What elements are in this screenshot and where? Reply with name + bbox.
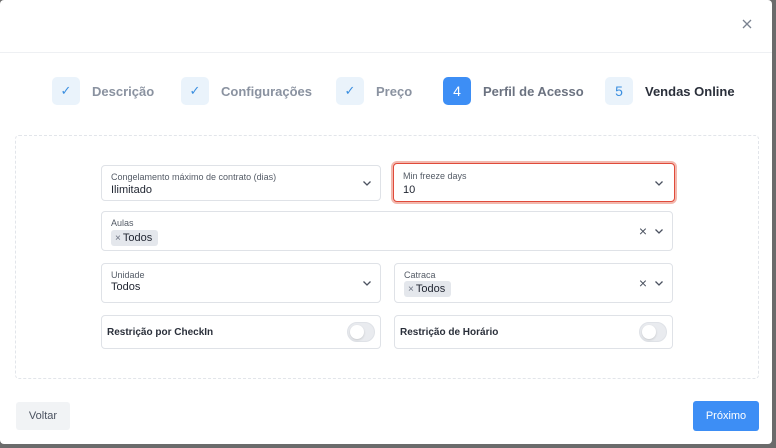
- chip-label: Todos: [415, 283, 446, 295]
- chevron-down-icon[interactable]: [360, 176, 374, 190]
- catraca-multiselect[interactable]: Catraca × Todos ×: [394, 263, 673, 303]
- close-icon[interactable]: [737, 16, 757, 36]
- unidade-select[interactable]: Unidade Todos: [101, 263, 381, 303]
- selected-chip[interactable]: × Todos: [404, 281, 452, 297]
- toggle-label: Restrição de Horário: [400, 327, 499, 338]
- chevron-down-icon[interactable]: [652, 276, 666, 290]
- congelamento-select[interactable]: Congelamento máximo de contrato (dias) I…: [101, 165, 381, 201]
- check-icon: ✓: [52, 77, 80, 105]
- restricao-checkin-toggle[interactable]: [347, 322, 375, 342]
- next-button[interactable]: Próximo: [693, 401, 759, 431]
- field-label: Aulas: [111, 218, 134, 228]
- step-label: Perfil de Acesso: [483, 83, 584, 99]
- chevron-down-icon[interactable]: [652, 224, 666, 238]
- restricao-checkin-field: Restrição por CheckIn: [101, 315, 381, 349]
- toggle-knob: [642, 325, 656, 339]
- remove-chip-icon[interactable]: ×: [115, 233, 121, 244]
- step-label: Preço: [376, 83, 413, 99]
- field-value: Ilimitado: [111, 184, 152, 196]
- back-button[interactable]: Voltar: [16, 402, 70, 430]
- step-label: Vendas Online: [645, 83, 735, 99]
- field-label: Congelamento máximo de contrato (dias): [111, 172, 277, 182]
- step-label: Descrição: [92, 83, 155, 99]
- step-number-badge: 5: [605, 77, 633, 105]
- step-label: Configurações: [221, 83, 313, 99]
- check-icon: ✓: [336, 77, 364, 105]
- field-value: 10: [403, 184, 416, 196]
- step-configuracoes[interactable]: ✓ Configurações: [181, 77, 312, 105]
- chevron-down-icon[interactable]: [652, 176, 666, 190]
- step-perfil-acesso[interactable]: 4 Perfil de Acesso: [443, 77, 584, 105]
- toggle-label: Restrição por CheckIn: [107, 327, 214, 338]
- clear-icon[interactable]: ×: [637, 276, 649, 290]
- step-vendas-online[interactable]: 5 Vendas Online: [605, 77, 735, 105]
- clear-icon[interactable]: ×: [637, 224, 649, 238]
- chip-label: Todos: [122, 232, 153, 244]
- remove-chip-icon[interactable]: ×: [408, 284, 414, 295]
- step-descricao[interactable]: ✓ Descrição: [52, 77, 154, 105]
- check-icon: ✓: [181, 77, 209, 105]
- restricao-horario-toggle[interactable]: [639, 322, 667, 342]
- step-preco[interactable]: ✓ Preço: [336, 77, 412, 105]
- field-label: Unidade: [111, 270, 145, 280]
- min-freeze-days-select[interactable]: Min freeze days 10: [393, 163, 675, 202]
- field-label: Catraca: [404, 270, 436, 280]
- aulas-multiselect[interactable]: Aulas × Todos ×: [101, 211, 673, 251]
- restricao-horario-field: Restrição de Horário: [394, 315, 673, 349]
- selected-chip[interactable]: × Todos: [111, 230, 159, 246]
- header-divider: [0, 52, 772, 53]
- chevron-down-icon[interactable]: [360, 276, 374, 290]
- modal-dialog: ✓ Descrição ✓ Configurações ✓ Preço 4 Pe…: [0, 0, 772, 444]
- field-label: Min freeze days: [403, 171, 467, 181]
- step-number-badge: 4: [443, 77, 471, 105]
- field-value: Todos: [111, 281, 141, 293]
- toggle-knob: [350, 325, 364, 339]
